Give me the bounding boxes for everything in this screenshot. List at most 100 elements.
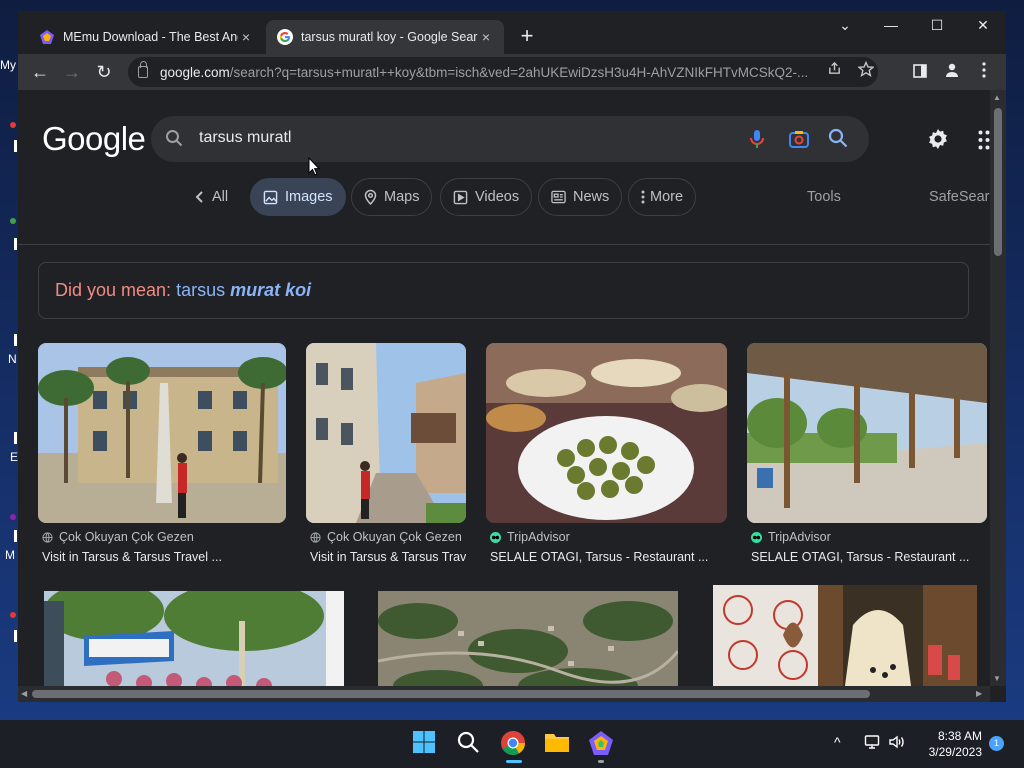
news-icon	[551, 190, 566, 204]
horizontal-scrollbar[interactable]: ◀ ▶	[18, 686, 990, 702]
search-submit-icon[interactable]	[827, 127, 851, 151]
scroll-down-arrow-icon[interactable]: ▼	[993, 674, 1001, 683]
scroll-left-arrow-icon[interactable]: ◀	[21, 689, 27, 698]
chevron-left-icon	[195, 190, 205, 204]
desktop-icon-fragment	[10, 612, 16, 618]
search-results-page: Google tarsus muratl All Images Maps Vid…	[18, 90, 990, 686]
tab-google-search[interactable]: tarsus muratl koy - Google Search ×	[266, 20, 504, 54]
search-input[interactable]: tarsus muratl	[199, 129, 291, 147]
chrome-taskbar-icon[interactable]	[500, 730, 528, 763]
browser-toolbar: ← → ↻ google.com/search?q=tarsus+muratl+…	[18, 54, 1006, 90]
profile-icon[interactable]	[938, 58, 966, 86]
tab-memu[interactable]: MEmu Download - The Best Android Emulato…	[28, 20, 264, 54]
vertical-scrollbar[interactable]: ▲ ▼	[990, 90, 1006, 686]
search-box[interactable]: tarsus muratl	[151, 116, 869, 162]
globe-icon	[42, 531, 53, 543]
result-title[interactable]: SELALE OTAGI, Tarsus - Restaurant ...	[751, 550, 987, 564]
url-host: google.com	[160, 64, 230, 80]
tab-close-button[interactable]: ×	[238, 29, 254, 45]
share-icon[interactable]	[822, 61, 846, 83]
volume-icon[interactable]	[888, 734, 906, 753]
tab-more[interactable]: More	[628, 178, 697, 216]
mouse-cursor-icon	[308, 156, 321, 181]
map-pin-icon	[364, 189, 377, 205]
forward-button[interactable]: →	[58, 58, 86, 86]
url-text[interactable]: google.com/search?q=tarsus+muratl++koy&t…	[160, 65, 830, 80]
image-search-icon[interactable]	[787, 127, 811, 151]
notification-badge[interactable]: 1	[989, 736, 1004, 751]
scrollbar-thumb[interactable]	[32, 690, 870, 698]
chrome-window: MEmu Download - The Best Android Emulato…	[18, 11, 1006, 702]
windows-start-icon[interactable]	[412, 730, 440, 758]
result-thumbnail-edge	[326, 591, 344, 686]
google-g-icon	[277, 29, 293, 45]
result-title[interactable]: Visit in Tarsus & Tarsus Travel ...	[42, 550, 286, 564]
scroll-up-arrow-icon[interactable]: ▲	[993, 93, 1001, 102]
desktop-label-my[interactable]: My	[0, 58, 18, 72]
suggestion-text: tarsus	[176, 280, 226, 300]
tools-button[interactable]: Tools	[807, 189, 841, 205]
tab-all[interactable]: All	[184, 178, 240, 216]
safesearch-button[interactable]: SafeSearch	[929, 189, 990, 205]
result-source[interactable]: Çok Okuyan Çok Gezen	[310, 530, 462, 544]
google-apps-icon[interactable]	[978, 130, 990, 150]
desktop-icon-fragment	[14, 530, 17, 542]
result-thumbnail[interactable]	[306, 343, 466, 523]
tab-news[interactable]: News	[538, 178, 623, 216]
clock-time: 8:38 AM	[937, 729, 982, 743]
new-tab-button[interactable]: +	[514, 24, 540, 50]
memu-icon	[39, 29, 55, 45]
tab-close-button[interactable]: ×	[478, 29, 494, 45]
tray-overflow-chevron-icon[interactable]: ^	[834, 734, 841, 750]
url-path: /search?q=tarsus+muratl++koy&tbm=isch&ve…	[229, 64, 809, 80]
desktop-icon-fragment	[10, 218, 16, 224]
tab-maps[interactable]: Maps	[351, 178, 433, 216]
lock-icon[interactable]	[138, 61, 148, 78]
tab-videos[interactable]: Videos	[440, 178, 533, 216]
close-window-button[interactable]: ✕	[960, 11, 1006, 39]
result-thumbnail[interactable]	[486, 343, 727, 523]
source-name: TripAdvisor	[507, 530, 570, 544]
minimize-button[interactable]: —	[868, 11, 914, 39]
desktop-icon-fragment	[14, 334, 17, 346]
source-name: TripAdvisor	[768, 530, 831, 544]
search-icon	[165, 129, 183, 152]
tab-title: MEmu Download - The Best Android Emulato…	[63, 30, 238, 44]
side-panel-icon[interactable]	[906, 58, 934, 86]
settings-gear-icon[interactable]	[926, 127, 950, 151]
result-thumbnail[interactable]	[378, 591, 678, 686]
voice-search-icon[interactable]	[745, 127, 769, 151]
chrome-menu-icon[interactable]	[970, 58, 998, 86]
bookmark-star-icon[interactable]	[854, 60, 878, 83]
result-source[interactable]: TripAdvisor	[490, 530, 570, 544]
video-icon	[453, 190, 468, 205]
chip-label: More	[650, 189, 684, 205]
result-thumbnail[interactable]	[713, 585, 977, 686]
tab-images[interactable]: Images	[250, 178, 346, 216]
tab-search-button[interactable]: ⌄	[822, 11, 868, 39]
network-icon[interactable]	[864, 734, 880, 753]
maximize-button[interactable]: ☐	[914, 11, 960, 39]
system-clock[interactable]: 8:38 AM 3/29/2023	[912, 728, 982, 760]
memu-taskbar-icon[interactable]	[588, 730, 616, 763]
desktop-icon-fragment	[10, 122, 16, 128]
globe-icon	[310, 531, 321, 543]
google-logo[interactable]: Google	[42, 120, 146, 158]
result-source[interactable]: Çok Okuyan Çok Gezen	[42, 530, 194, 544]
tab-title: tarsus muratl koy - Google Search	[301, 30, 478, 44]
result-title[interactable]: Visit in Tarsus & Tarsus Travel ...	[310, 550, 466, 564]
result-thumbnail[interactable]	[44, 591, 326, 686]
result-title[interactable]: SELALE OTAGI, Tarsus - Restaurant ...	[490, 550, 727, 564]
result-thumbnail[interactable]	[747, 343, 987, 523]
taskbar-search-icon[interactable]	[456, 730, 484, 758]
file-explorer-icon[interactable]	[544, 730, 572, 758]
did-you-mean-suggestion[interactable]: tarsus murat koi	[176, 280, 311, 301]
back-button[interactable]: ←	[26, 58, 54, 86]
scroll-right-arrow-icon[interactable]: ▶	[976, 689, 982, 698]
header-divider	[18, 244, 990, 245]
result-thumbnail[interactable]	[38, 343, 286, 523]
scrollbar-thumb[interactable]	[994, 108, 1002, 256]
address-bar[interactable]: google.com/search?q=tarsus+muratl++koy&t…	[128, 57, 878, 87]
result-source[interactable]: TripAdvisor	[751, 530, 831, 544]
reload-button[interactable]: ↻	[90, 58, 118, 86]
